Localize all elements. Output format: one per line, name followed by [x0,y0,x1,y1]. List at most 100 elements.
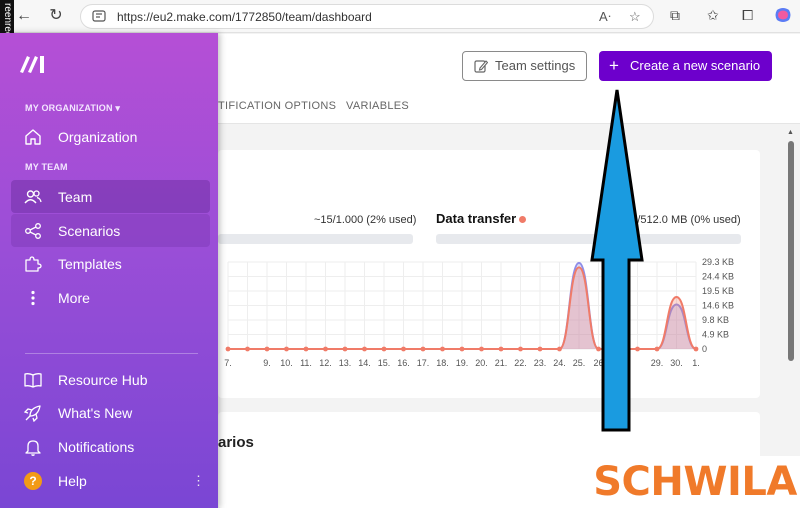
organization-header[interactable]: MY ORGANIZATION ▾ [25,103,120,114]
collections-icon[interactable]: ⧠ [742,7,753,24]
x-tick-label: 10. [280,358,293,368]
plus-icon: + [609,56,619,75]
favorite-star-icon[interactable]: ☆ [629,9,641,25]
rocket-icon [24,405,41,422]
data-point[interactable] [323,346,328,352]
sidebar-item-label: Team [58,189,93,205]
x-tick-label: 22. [514,358,527,368]
bell-icon [25,440,41,456]
sidebar-item-label: What's New [58,405,133,421]
data-point[interactable] [362,346,367,352]
x-tick-label: 14. [358,358,371,368]
team-header: MY TEAM [25,162,68,172]
data-point[interactable] [498,346,504,352]
help-menu-icon[interactable]: ⋮ [192,473,205,489]
x-tick-label: 29. [651,358,664,368]
data-point[interactable] [440,346,445,352]
x-tick-label: 12. [319,358,332,368]
section-title: arios [218,434,254,451]
team-settings-button[interactable]: Team settings [462,51,587,81]
tab-notification-options[interactable]: TIFICATION OPTIONS [218,100,336,112]
sidebar-item-label: Templates [58,256,122,272]
data-transfer-title: Data transfer [436,211,527,226]
create-scenario-button[interactable]: + Create a new scenario [599,51,772,81]
scroll-up-icon[interactable]: ▲ [787,129,794,136]
watermark-logo: SCHWILA [590,456,800,508]
address-bar[interactable]: https://eu2.make.com/1772850/team/dashbo… [80,4,654,29]
help-icon: ? [24,472,42,490]
page-header: Team settings + Create a new scenario TI… [218,34,800,124]
extensions-icon[interactable]: ⧉ [670,7,680,24]
sidebar-item-notifications[interactable]: Notifications [11,430,210,463]
users-icon [24,190,42,204]
tab-variables[interactable]: VARIABLES [346,100,409,112]
sidebar-item-more[interactable]: More [11,281,210,314]
sidebar-divider [25,353,198,354]
scroll-thumb[interactable] [788,141,794,361]
x-tick-label: 18. [436,358,449,368]
y-tick-label: 24.4 KB [702,272,734,282]
sidebar-item-organization[interactable]: Organization [11,120,210,153]
data-point[interactable] [303,346,309,352]
team-settings-label: Team settings [495,58,576,73]
sidebar-item-templates[interactable]: Templates [11,247,210,280]
x-tick-label: 30. [670,358,683,368]
data-point[interactable] [284,346,289,352]
site-info-icon[interactable] [92,9,106,23]
data-point[interactable] [479,346,484,352]
read-aloud-icon[interactable]: Aᐧ [599,9,611,25]
x-tick-label: 9. [263,358,271,368]
sidebar-item-label: Organization [58,129,138,145]
y-tick-label: 29.3 KB [702,257,734,267]
scrollbar[interactable]: ▲ [787,129,795,419]
data-point[interactable] [245,346,250,352]
data-point[interactable] [420,346,426,352]
data-point[interactable] [654,346,660,352]
sidebar-item-whats-new[interactable]: What's New [11,396,210,429]
make-logo-icon[interactable] [18,52,48,74]
sidebar-item-team[interactable]: Team [11,180,210,213]
y-tick-label: 14.6 KB [702,301,734,311]
x-tick-label: 24. [553,358,566,368]
book-icon [24,373,42,388]
reload-icon[interactable]: ↻ [46,6,66,26]
data-point[interactable] [518,346,523,352]
data-transfer-chart: 29.3 KB 24.4 KB 19.5 KB 14.6 KB 9.8 KB 4.9 KB… [224,257,734,368]
x-tick-label: 15. [378,358,391,368]
sidebar-item-help[interactable]: ? Help ⋮ [11,464,210,497]
sidebar: MY ORGANIZATION ▾ Organization MY TEAM T… [0,33,218,508]
create-scenario-label: Create a new scenario [630,58,761,73]
y-tick-label: 9.8 KB [702,315,729,325]
operations-progress-bar [218,234,413,244]
sidebar-item-resource-hub[interactable]: Resource Hub [11,363,210,396]
favorites-icon[interactable]: ✩ [707,7,719,24]
data-point[interactable] [264,346,270,352]
more-vertical-icon [31,290,35,306]
data-point[interactable] [459,346,465,352]
puzzle-icon [25,256,42,272]
home-icon [25,129,41,145]
data-point[interactable] [225,346,231,352]
x-tick-label: 11. [300,358,312,368]
x-tick-label: 25. [573,358,586,368]
x-tick-label: 23. [534,358,547,368]
data-point[interactable] [537,346,543,352]
sidebar-item-label: Scenarios [58,223,121,239]
url-text: https://eu2.make.com/1772850/team/dashbo… [117,10,372,24]
x-tick-label: 19. [456,358,469,368]
copilot-icon[interactable] [774,6,792,24]
sidebar-item-scenarios[interactable]: Scenarios [11,214,210,247]
y-tick-label: 4.9 KB [702,330,729,340]
data-point[interactable] [342,346,348,352]
sidebar-item-label: Notifications [58,439,135,455]
data-point[interactable] [693,346,699,352]
x-tick-label: 17. [417,358,430,368]
back-icon[interactable]: ← [14,6,34,26]
data-point[interactable] [401,346,406,352]
x-tick-label: 7. [224,358,232,368]
data-point[interactable] [557,346,562,352]
data-point[interactable] [381,346,387,352]
annotation-arrow [590,89,644,432]
x-tick-label: 13. [339,358,352,368]
y-tick-label: 0 [702,344,707,354]
